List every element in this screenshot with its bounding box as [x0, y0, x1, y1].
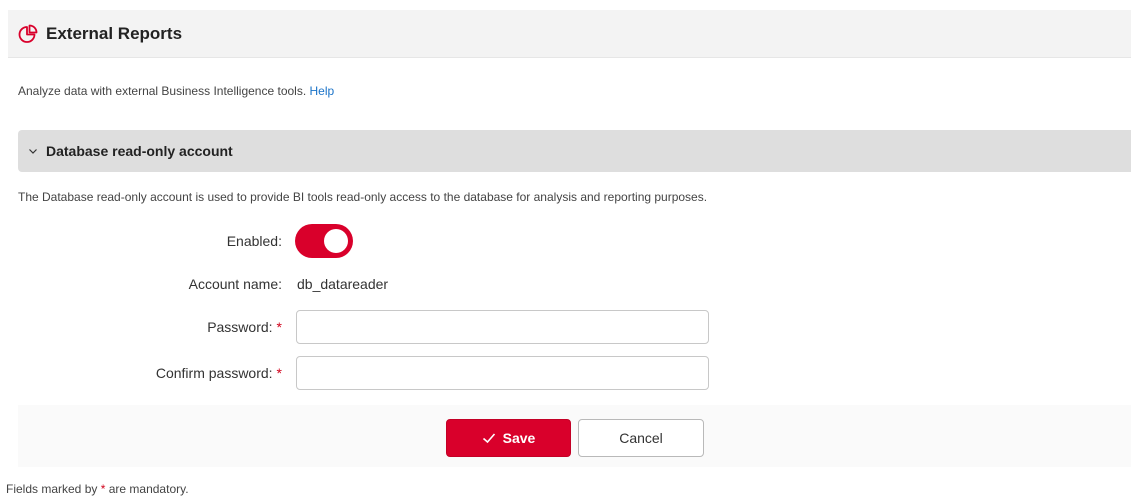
mandatory-fields-note: Fields marked by * are mandatory.: [6, 482, 189, 496]
external-reports-page: External Reports Analyze data with exter…: [0, 0, 1131, 504]
footnote-required-marker: *: [100, 482, 106, 496]
required-marker: *: [276, 319, 282, 335]
chevron-down-icon: [28, 146, 38, 156]
enabled-row: Enabled:: [0, 224, 353, 258]
section-description: The Database read-only account is used t…: [18, 190, 708, 204]
confirm-password-row: Confirm password: *: [0, 356, 709, 390]
password-label: Password: *: [207, 319, 282, 335]
enabled-label: Enabled:: [226, 233, 282, 249]
account-name-row: Account name: db_datareader: [0, 276, 388, 292]
button-bar: Save Cancel: [18, 405, 1131, 467]
cancel-button[interactable]: Cancel: [578, 419, 704, 457]
save-button[interactable]: Save: [446, 419, 571, 457]
intro-text: Analyze data with external Business Inte…: [18, 84, 334, 98]
section-title: Database read-only account: [46, 143, 233, 159]
password-row: Password: *: [0, 310, 709, 344]
page-title: External Reports: [46, 23, 183, 43]
password-input[interactable]: [296, 310, 709, 344]
save-label: Save: [502, 430, 536, 446]
enabled-toggle[interactable]: [295, 224, 353, 258]
help-link[interactable]: Help: [310, 84, 335, 98]
confirm-password-label: Confirm password: *: [155, 365, 282, 381]
intro-description: Analyze data with external Business Inte…: [18, 84, 307, 98]
page-header: External Reports: [8, 10, 1131, 58]
toggle-knob: [324, 229, 348, 253]
cancel-label: Cancel: [619, 430, 663, 446]
check-icon: [482, 431, 496, 445]
section-header-database-readonly[interactable]: Database read-only account: [18, 130, 1131, 172]
required-marker: *: [276, 365, 282, 381]
account-name-value: db_datareader: [297, 276, 389, 292]
footnote-suffix: are mandatory.: [108, 482, 189, 496]
pie-chart-icon: [18, 24, 38, 44]
confirm-password-input[interactable]: [296, 356, 709, 390]
account-name-label: Account name:: [188, 276, 282, 292]
footnote-prefix: Fields marked by: [6, 482, 98, 496]
